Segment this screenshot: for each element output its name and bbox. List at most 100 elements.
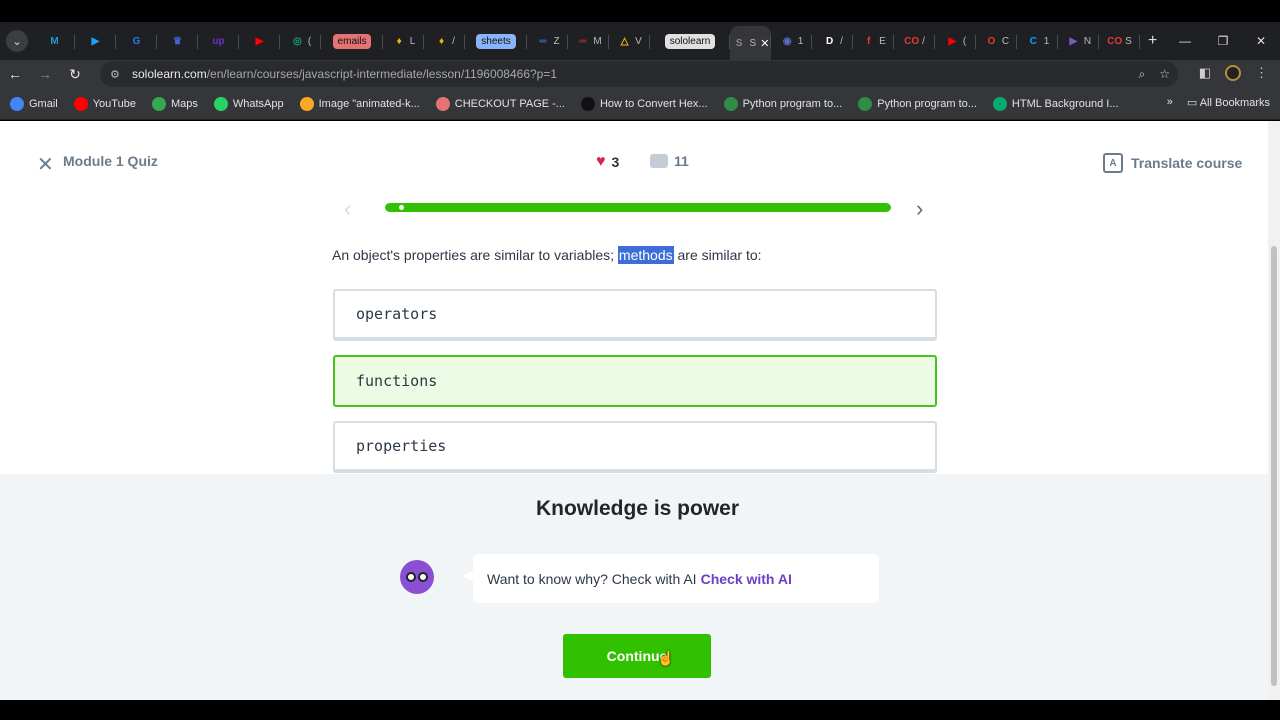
option-properties[interactable]: properties	[333, 421, 937, 473]
browser-tab[interactable]: OC	[976, 26, 1017, 56]
check-with-ai-link[interactable]: Check with AI	[701, 571, 792, 587]
close-icon[interactable]: ✕	[37, 152, 54, 177]
hand-cursor-icon: ☝	[657, 650, 675, 666]
progress-track	[385, 203, 891, 212]
tab-strip: ⌄ M ▶ G ♛ up ▶ ◎(emails ♦ L ♦ / sheets ═ Z ═ M △ Vsololea…	[0, 22, 1280, 60]
back-icon[interactable]: ←	[0, 66, 30, 82]
continue-button[interactable]: Continue	[563, 634, 711, 678]
browser-tab[interactable]: D /	[812, 26, 853, 56]
option-operators[interactable]: operators	[333, 289, 937, 341]
tab-label: C	[1001, 35, 1010, 47]
browser-tab[interactable]: sheets	[465, 26, 527, 56]
ai-hint-box: Want to know why? Check with AI Check wi…	[473, 554, 879, 603]
option-label: functions	[356, 372, 438, 390]
lesson-progress: ‹ ›	[340, 195, 940, 222]
bookmark-item[interactable]: How to Convert Hex...	[580, 96, 708, 111]
new-tab-icon[interactable]: +	[1148, 32, 1157, 50]
chatgpt-icon: ◎	[292, 35, 302, 47]
bookmark-item[interactable]: Image "animated-k...	[299, 96, 420, 111]
browser-tab[interactable]: CO /	[894, 26, 935, 56]
browser-tab[interactable]: ═ M	[568, 26, 609, 56]
browser-tab[interactable]: CO S	[1099, 26, 1140, 56]
option-functions[interactable]: functions	[333, 355, 937, 407]
heart-icon: ♥	[596, 153, 606, 170]
tab-label: M	[593, 35, 602, 47]
url-host: sololearn.com	[132, 67, 207, 81]
bookmark-item[interactable]: Gmail	[10, 96, 58, 111]
bookmark-item[interactable]: WhatsApp	[213, 96, 284, 111]
bookmark-label: Gmail	[29, 97, 58, 110]
browser-tab[interactable]: G	[116, 26, 157, 56]
browser-tab[interactable]: ▶	[75, 26, 116, 56]
browser-tab[interactable]: ♦ L	[383, 26, 424, 56]
option-label: operators	[356, 305, 438, 323]
window-controls: — ❐ ✕	[1166, 22, 1280, 60]
browser-tab[interactable]: ▶ N	[1058, 26, 1099, 56]
menu-kebab-icon[interactable]: ⋮	[1255, 65, 1268, 81]
chevron-left-icon[interactable]: ‹	[344, 196, 351, 222]
all-bookmarks-label: All Bookmarks	[1199, 97, 1270, 109]
bookmark-item[interactable]: Python program to...	[858, 96, 977, 111]
bookmarks-bar: Gmail YouTube Maps WhatsApp Image "animated-…	[0, 88, 1280, 120]
tab-label: /	[452, 35, 455, 47]
scrollbar[interactable]	[1268, 121, 1280, 700]
drive-icon: △	[620, 35, 629, 47]
mascot-avatar	[400, 560, 434, 594]
hearts-count: 3	[611, 154, 620, 170]
tab-label: 1	[797, 35, 804, 47]
forward-icon[interactable]: →	[30, 66, 60, 82]
site-info-icon[interactable]: ⚙	[110, 68, 126, 81]
browser-tab[interactable]: ═ Z	[527, 26, 568, 56]
url-field[interactable]: ⚙ sololearn.com/en/learn/courses/javascr…	[100, 61, 1178, 87]
browser-tab[interactable]: S S ✕	[730, 26, 771, 60]
bookmark-item[interactable]: Python program to...	[723, 96, 842, 111]
browser-tab[interactable]: up	[198, 26, 239, 56]
gmail-m-icon: M	[50, 35, 59, 47]
maps-icon	[151, 96, 166, 111]
browser-tab[interactable]: ♦ /	[424, 26, 465, 56]
sololearn-pill: sololearn	[664, 33, 716, 49]
chevron-right-icon[interactable]: ›	[916, 196, 923, 222]
globe-icon: ◉	[782, 35, 792, 47]
grammarly-icon: G	[132, 35, 141, 47]
minimize-icon[interactable]: —	[1166, 34, 1204, 48]
browser-tab[interactable]: sololearn	[650, 26, 730, 56]
bookmark-item[interactable]: Maps	[151, 96, 198, 111]
browser-tab[interactable]: ▶(	[935, 26, 976, 56]
browser-tab[interactable]: fE	[853, 26, 894, 56]
more-bookmarks-icon[interactable]: »	[1167, 96, 1173, 109]
all-bookmarks[interactable]: ▭ All Bookmarks	[1187, 96, 1270, 109]
star-icon	[299, 96, 314, 111]
docs-icon: ═	[539, 35, 547, 47]
close-window-icon[interactable]: ✕	[1242, 34, 1280, 48]
tab-search-button[interactable]: ⌄	[6, 30, 28, 52]
comment-icon	[650, 154, 668, 168]
alpha-icon	[580, 96, 595, 111]
browser-tab[interactable]: M	[34, 26, 75, 56]
restore-icon[interactable]: ❐	[1204, 34, 1242, 48]
translate-course-button[interactable]: A Translate course	[1103, 153, 1242, 173]
browser-tab[interactable]: emails	[321, 26, 383, 56]
question-highlight: methods	[617, 246, 674, 264]
browser-tab[interactable]: C1	[1017, 26, 1058, 56]
bookmark-item[interactable]: CHECKOUT PAGE -...	[435, 96, 565, 111]
question-after: are similar to:	[673, 247, 762, 263]
d-icon: D	[825, 35, 834, 47]
reload-icon[interactable]: ↻	[60, 66, 90, 83]
bookmark-star-icon[interactable]: ☆	[1159, 67, 1170, 82]
browser-tab[interactable]: ▶	[239, 26, 280, 56]
side-panel-icon[interactable]: ◧	[1199, 65, 1211, 81]
profile-avatar[interactable]	[1225, 65, 1241, 81]
bookmark-item[interactable]: YouTube	[73, 96, 136, 111]
browser-tab[interactable]: ♛	[157, 26, 198, 56]
browser-tab[interactable]: ◎(	[280, 26, 321, 56]
ai-hint-text: Want to know why? Check with AI	[487, 570, 697, 587]
codeforces-icon: CO	[904, 35, 920, 47]
zoom-icon[interactable]: ⌕	[1139, 67, 1146, 82]
browser-tab[interactable]: ◉ 1	[771, 26, 812, 56]
comments-button[interactable]: 11	[650, 153, 689, 169]
bookmark-item[interactable]: HTML Background I...	[992, 96, 1119, 111]
close-tab-icon[interactable]: ✕	[760, 37, 769, 50]
browser-tab[interactable]: △ V	[609, 26, 650, 56]
f-icon: f	[866, 35, 871, 47]
